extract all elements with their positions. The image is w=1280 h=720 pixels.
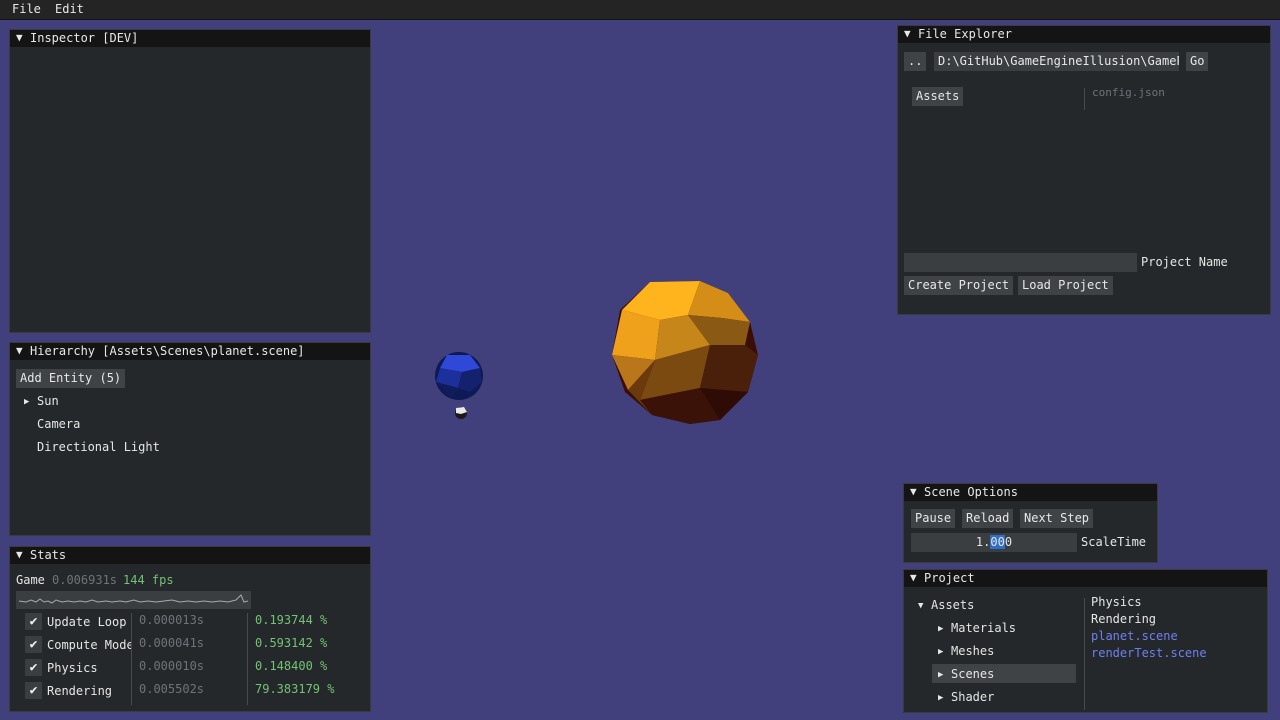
collapse-triangle-icon[interactable]: ▼ (904, 27, 911, 40)
stat-name-update-loop: Update Loop (47, 615, 127, 629)
project-title: Project (924, 571, 975, 585)
inspector-title: Inspector [DEV] (30, 31, 139, 45)
stat-percent-compute-mode: 0.593142 % (255, 636, 328, 650)
hierarchy-title: Hierarchy [Assets\Scenes\planet.scene] (30, 344, 305, 358)
stat-name-rendering: Rendering (47, 684, 113, 698)
column-divider (247, 613, 248, 705)
frame-time-graph (16, 591, 251, 609)
menu-file[interactable]: File (12, 2, 41, 16)
menu-bar: File Edit (0, 0, 1280, 20)
game-fps: 144 fps (123, 573, 174, 587)
file-render-test-scene[interactable]: renderTest.scene (1091, 646, 1207, 660)
reload-button[interactable]: Reload (962, 509, 1014, 528)
collapse-triangle-icon[interactable]: ▼ (16, 31, 23, 44)
folder-scenes[interactable]: Scenes (951, 667, 994, 681)
project-titlebar[interactable]: ▼ Project (904, 570, 1267, 587)
menu-edit[interactable]: Edit (55, 2, 84, 16)
folder-shader[interactable]: Shader (951, 690, 994, 704)
scene-options-title: Scene Options (924, 485, 1018, 499)
stat-time-update-loop: 0.000013s (139, 613, 205, 627)
assets-folder-button[interactable]: Assets (912, 87, 964, 106)
stat-percent-update-loop: 0.193744 % (255, 613, 328, 627)
scene-options-panel: ▼ Scene Options Pause Reload Next Step 1… (903, 483, 1158, 563)
stat-percent-rendering: 79.383179 % (255, 682, 335, 696)
collapse-triangle-icon[interactable]: ▼ (910, 485, 917, 498)
path-input[interactable]: D:\GitHub\GameEngineIllusion\GamePr (934, 52, 1179, 71)
hierarchy-panel: ▼ Hierarchy [Assets\Scenes\planet.scene]… (9, 342, 371, 536)
scale-time-value-prefix: 1. (975, 535, 991, 549)
expand-arrow-icon[interactable]: ▶ (938, 693, 943, 703)
pause-button[interactable]: Pause (911, 509, 956, 528)
collapse-triangle-icon[interactable]: ▼ (16, 548, 23, 561)
expand-arrow-icon[interactable]: ▶ (938, 670, 943, 680)
planet-sphere (435, 352, 483, 400)
file-explorer-titlebar[interactable]: ▼ File Explorer (898, 26, 1270, 43)
project-root-assets[interactable]: Assets (931, 598, 974, 612)
compute-mode-checkbox[interactable]: ✔ (25, 636, 42, 653)
rendering-checkbox[interactable]: ✔ (25, 682, 42, 699)
moon-sphere (455, 407, 467, 419)
entity-camera[interactable]: Camera (37, 417, 80, 431)
stat-name-compute-mode: Compute Mode (47, 638, 131, 652)
stat-time-rendering: 0.005502s (139, 682, 205, 696)
project-name-label: Project Name (1141, 255, 1228, 269)
stat-name-physics: Physics (47, 661, 98, 675)
project-panel: ▼ Project ▼ Assets ▶ Materials ▶ Meshes … (903, 569, 1268, 713)
scale-time-label: ScaleTime (1081, 535, 1147, 549)
collapse-triangle-icon[interactable]: ▼ (910, 571, 917, 584)
expand-arrow-icon[interactable]: ▶ (938, 647, 943, 657)
config-json-file[interactable]: config.json (1092, 86, 1165, 99)
next-step-button[interactable]: Next Step (1020, 509, 1094, 528)
stats-panel: ▼ Stats Game 0.006931s 144 fps ✔ Update … (9, 546, 371, 712)
column-divider (131, 613, 132, 705)
inspector-titlebar[interactable]: ▼ Inspector [DEV] (10, 30, 370, 47)
entity-directional-light[interactable]: Directional Light (37, 440, 160, 454)
expand-arrow-icon[interactable]: ▶ (24, 397, 29, 407)
stats-title: Stats (30, 548, 67, 562)
project-name-input[interactable] (904, 253, 1137, 272)
add-entity-button[interactable]: Add Entity (5) (16, 369, 126, 388)
expand-arrow-icon[interactable]: ▼ (918, 601, 923, 611)
expand-arrow-icon[interactable]: ▶ (938, 624, 943, 634)
collapse-triangle-icon[interactable]: ▼ (16, 344, 23, 357)
entity-sun[interactable]: Sun (37, 394, 59, 408)
stat-time-compute-mode: 0.000041s (139, 636, 205, 650)
scene-options-titlebar[interactable]: ▼ Scene Options (904, 484, 1157, 501)
stat-percent-physics: 0.148400 % (255, 659, 328, 673)
folder-meshes[interactable]: Meshes (951, 644, 994, 658)
game-label: Game (16, 573, 45, 587)
game-frame-time: 0.006931s (52, 573, 118, 587)
load-project-button[interactable]: Load Project (1018, 276, 1113, 295)
file-planet-scene[interactable]: planet.scene (1091, 629, 1178, 643)
sun-sphere (612, 281, 758, 424)
column-divider (1084, 88, 1085, 110)
file-explorer-panel: ▼ File Explorer .. D:\GitHub\GameEngineI… (897, 25, 1271, 315)
file-rendering-folder[interactable]: Rendering (1091, 612, 1156, 626)
stats-titlebar[interactable]: ▼ Stats (10, 547, 370, 564)
column-divider (1084, 598, 1085, 710)
physics-checkbox[interactable]: ✔ (25, 659, 42, 676)
file-explorer-title: File Explorer (918, 27, 1012, 41)
hierarchy-titlebar[interactable]: ▼ Hierarchy [Assets\Scenes\planet.scene] (10, 343, 370, 360)
scale-time-slider[interactable]: 1.000 (911, 533, 1077, 552)
parent-directory-button[interactable]: .. (904, 52, 927, 71)
stat-time-physics: 0.000010s (139, 659, 205, 673)
update-loop-checkbox[interactable]: ✔ (25, 613, 42, 630)
scale-time-value-suffix: 0 (1004, 535, 1013, 549)
folder-materials[interactable]: Materials (951, 621, 1016, 635)
file-physics-folder[interactable]: Physics (1091, 595, 1142, 609)
go-button[interactable]: Go (1186, 52, 1209, 71)
scale-time-value-selection: 00 (990, 535, 1005, 549)
create-project-button[interactable]: Create Project (904, 276, 1014, 295)
inspector-panel: ▼ Inspector [DEV] (9, 29, 371, 333)
